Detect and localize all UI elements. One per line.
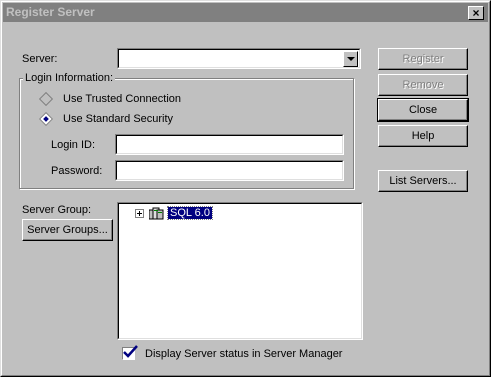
remove-button[interactable]: Remove (378, 74, 468, 96)
password-label: Password: (51, 165, 103, 177)
login-information-title: Login Information: (23, 72, 116, 84)
standard-security-label[interactable]: Use Standard Security (63, 113, 173, 125)
display-status-checkbox[interactable] (122, 345, 138, 360)
server-group-label: Server Group: (22, 204, 92, 216)
display-status-label[interactable]: Display Server status in Server Manager (145, 348, 342, 360)
close-window-button[interactable]: × (468, 6, 484, 20)
window-title: Register Server (6, 5, 95, 19)
login-id-label: Login ID: (51, 139, 96, 151)
register-server-dialog: Register Server × Server: Login Informat… (0, 0, 491, 377)
tree-item-sql-6-0[interactable]: SQL 6.0 (167, 206, 213, 220)
register-button[interactable]: Register (378, 48, 468, 70)
server-groups-button[interactable]: Server Groups... (22, 219, 113, 241)
chevron-down-icon[interactable] (343, 51, 358, 67)
list-servers-button[interactable]: List Servers... (378, 170, 468, 192)
server-label: Server: (22, 53, 58, 65)
close-button[interactable]: Close (377, 98, 469, 122)
trusted-connection-label[interactable]: Use Trusted Connection (63, 93, 181, 105)
server-combobox[interactable] (117, 48, 361, 69)
close-icon: × (472, 6, 480, 20)
server-tree[interactable]: SQL 6.0 (117, 202, 363, 340)
help-button[interactable]: Help (378, 125, 468, 147)
login-id-field[interactable] (115, 134, 344, 155)
checkmark-icon (123, 345, 138, 358)
password-field[interactable] (115, 160, 344, 181)
expand-icon[interactable] (135, 209, 144, 218)
server-group-icon (148, 207, 164, 220)
title-bar[interactable]: Register Server × (3, 3, 488, 22)
